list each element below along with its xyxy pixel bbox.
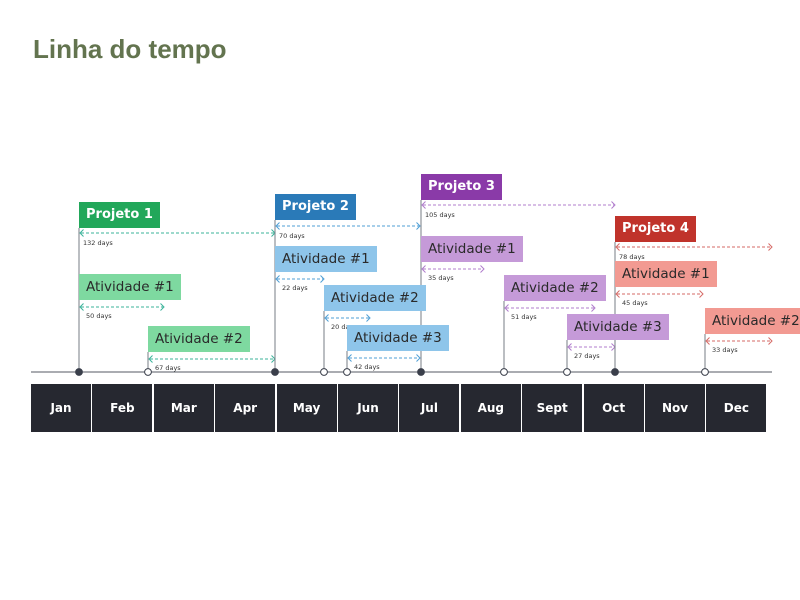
project-start-marker <box>611 368 619 376</box>
month-jan: Jan <box>31 384 91 432</box>
project-1-activity-1-box: Atividade #1 <box>79 274 181 300</box>
month-dec: Dec <box>706 384 767 432</box>
project-3-activity-1-duration: 35 days <box>428 274 454 282</box>
project-4-box: Projeto 4 <box>615 216 696 242</box>
project-1-activity-2-duration: 67 days <box>155 364 181 372</box>
project-2-activity-3-duration-arrow-end <box>416 354 421 362</box>
project-3-activity-2-duration: 51 days <box>511 313 537 321</box>
activity-start-marker <box>343 368 351 376</box>
project-4-activity-1-duration-arrow-end <box>699 290 704 298</box>
project-3-duration: 105 days <box>425 211 455 219</box>
month-may: May <box>276 384 337 432</box>
month-mar: Mar <box>153 384 214 432</box>
project-start-marker <box>271 368 279 376</box>
activity-start-marker <box>563 368 571 376</box>
project-4-activity-2-box: Atividade #2 <box>705 308 800 334</box>
project-1-activity-2-box: Atividade #2 <box>148 326 250 352</box>
project-2-duration: 70 days <box>279 232 305 240</box>
project-3-activity-1-duration-arrow-end <box>480 265 485 273</box>
project-2-activity-2-box: Atividade #2 <box>324 285 426 311</box>
project-4-duration: 78 days <box>619 253 645 261</box>
project-3-activity-2-box: Atividade #2 <box>504 275 606 301</box>
project-3-activity-1-box: Atividade #1 <box>421 236 523 262</box>
project-2-box: Projeto 2 <box>275 194 356 220</box>
project-3-activity-3-box: Atividade #3 <box>567 314 669 340</box>
project-2-activity-3-duration: 42 days <box>354 363 380 371</box>
month-aug: Aug <box>460 384 521 432</box>
activity-start-marker <box>144 368 152 376</box>
project-4-activity-1-duration: 45 days <box>622 299 648 307</box>
project-2-activity-3-box: Atividade #3 <box>347 325 449 351</box>
project-1-duration: 132 days <box>83 239 113 247</box>
project-4-activity-1-box: Atividade #1 <box>615 261 717 287</box>
month-feb: Feb <box>92 384 153 432</box>
activity-start-marker <box>320 368 328 376</box>
activity-start-marker <box>701 368 709 376</box>
project-4-activity-2-duration: 33 days <box>712 346 738 354</box>
project-3-activity-3-duration: 27 days <box>574 352 600 360</box>
project-3-box: Projeto 3 <box>421 174 502 200</box>
project-2-activity-1-box: Atividade #1 <box>275 246 377 272</box>
month-jul: Jul <box>399 384 460 432</box>
month-nov: Nov <box>645 384 705 432</box>
month-apr: Apr <box>215 384 276 432</box>
project-2-activity-1-duration: 22 days <box>282 284 308 292</box>
month-oct: Oct <box>583 384 644 432</box>
month-jun: Jun <box>338 384 398 432</box>
activity-start-marker <box>500 368 508 376</box>
project-start-marker <box>417 368 425 376</box>
project-1-box: Projeto 1 <box>79 202 160 228</box>
project-3-activity-3-duration-arrow-end <box>611 343 616 351</box>
project-start-marker <box>75 368 83 376</box>
month-sept: Sept <box>522 384 583 432</box>
project-1-activity-1-duration: 50 days <box>86 312 112 320</box>
